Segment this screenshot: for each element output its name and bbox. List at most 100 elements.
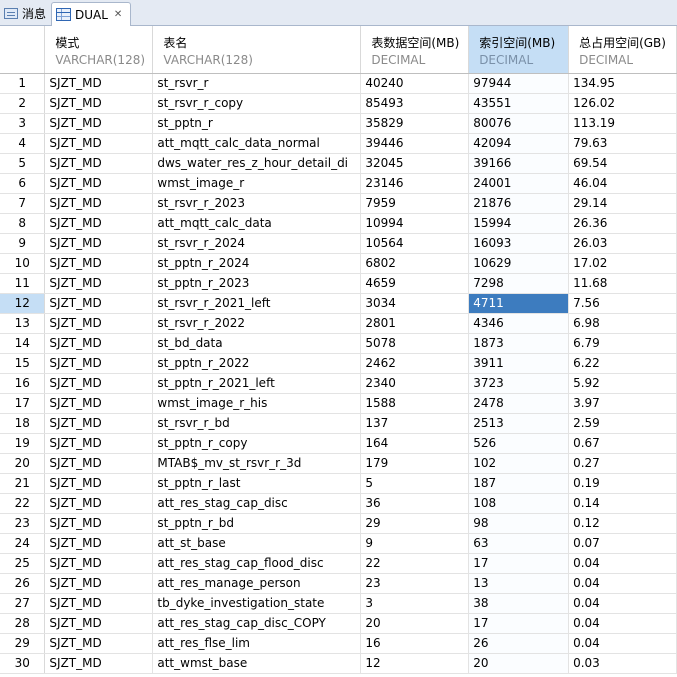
cell-total-space[interactable]: 11.68 xyxy=(568,273,677,294)
cell-total-space[interactable]: 0.04 xyxy=(568,613,677,634)
row-number[interactable]: 15 xyxy=(0,353,46,374)
row-number[interactable]: 28 xyxy=(0,613,46,634)
cell-index-space[interactable]: 2478 xyxy=(468,393,570,414)
table-row[interactable]: 15 SJZT_MD st_pptn_r_2022 2462 3911 6.22 xyxy=(0,353,677,374)
cell-schema[interactable]: SJZT_MD xyxy=(44,153,154,174)
cell-index-space[interactable]: 10629 xyxy=(468,253,570,274)
cell-data-space[interactable]: 36 xyxy=(360,493,470,514)
cell-index-space[interactable]: 63 xyxy=(468,533,570,554)
close-icon[interactable]: ✕ xyxy=(114,9,122,20)
cell-data-space[interactable]: 40240 xyxy=(360,73,470,94)
cell-index-space[interactable]: 26 xyxy=(468,633,570,654)
table-row[interactable]: 5 SJZT_MD dws_water_res_z_hour_detail_di 32… xyxy=(0,153,677,174)
table-row[interactable]: 7 SJZT_MD st_rsvr_r_2023 7959 21876 29.14 xyxy=(0,193,677,214)
cell-table-name[interactable]: tb_dyke_investigation_state xyxy=(152,593,362,614)
cell-data-space[interactable]: 3034 xyxy=(360,293,470,314)
cell-table-name[interactable]: st_rsvr_r_2022 xyxy=(152,313,362,334)
cell-data-space[interactable]: 16 xyxy=(360,633,470,654)
cell-table-name[interactable]: att_wmst_base xyxy=(152,653,362,674)
cell-data-space[interactable]: 5078 xyxy=(360,333,470,354)
cell-index-space[interactable]: 102 xyxy=(468,453,570,474)
cell-index-space[interactable]: 39166 xyxy=(468,153,570,174)
cell-total-space[interactable]: 6.22 xyxy=(568,353,677,374)
cell-index-space[interactable]: 24001 xyxy=(468,173,570,194)
cell-data-space[interactable]: 164 xyxy=(360,433,470,454)
row-number[interactable]: 5 xyxy=(0,153,46,174)
row-number[interactable]: 20 xyxy=(0,453,46,474)
cell-schema[interactable]: SJZT_MD xyxy=(44,533,154,554)
cell-index-space[interactable]: 187 xyxy=(468,473,570,494)
cell-table-name[interactable]: st_rsvr_r_2023 xyxy=(152,193,362,214)
cell-index-space[interactable]: 38 xyxy=(468,593,570,614)
cell-total-space[interactable]: 26.36 xyxy=(568,213,677,234)
row-number[interactable]: 19 xyxy=(0,433,46,454)
cell-data-space[interactable]: 29 xyxy=(360,513,470,534)
table-row[interactable]: 10 SJZT_MD st_pptn_r_2024 6802 10629 17.02 xyxy=(0,253,677,274)
cell-table-name[interactable]: att_mqtt_calc_data xyxy=(152,213,362,234)
row-number[interactable]: 27 xyxy=(0,593,46,614)
cell-index-space[interactable]: 97944 xyxy=(468,73,570,94)
cell-schema[interactable]: SJZT_MD xyxy=(44,333,154,354)
cell-table-name[interactable]: wmst_image_r xyxy=(152,173,362,194)
cell-total-space[interactable]: 0.07 xyxy=(568,533,677,554)
cell-total-space[interactable]: 113.19 xyxy=(568,113,677,134)
cell-data-space[interactable]: 2340 xyxy=(360,373,470,394)
table-row[interactable]: 8 SJZT_MD att_mqtt_calc_data 10994 15994 26.3… xyxy=(0,213,677,234)
row-number[interactable]: 6 xyxy=(0,173,46,194)
row-number[interactable]: 3 xyxy=(0,113,46,134)
table-row[interactable]: 21 SJZT_MD st_pptn_r_last 5 187 0.19 xyxy=(0,473,677,494)
row-number[interactable]: 26 xyxy=(0,573,46,594)
cell-index-space[interactable]: 4346 xyxy=(468,313,570,334)
cell-table-name[interactable]: att_mqtt_calc_data_normal xyxy=(152,133,362,154)
result-grid[interactable]: 模式 VARCHAR(128) 表名 VARCHAR(128) 表数据空间(MB… xyxy=(0,26,677,674)
cell-schema[interactable]: SJZT_MD xyxy=(44,613,154,634)
tab-dual[interactable]: DUAL ✕ xyxy=(51,2,131,26)
table-row[interactable]: 3 SJZT_MD st_pptn_r 35829 80076 113.19 xyxy=(0,113,677,134)
table-row[interactable]: 9 SJZT_MD st_rsvr_r_2024 10564 16093 26.03 xyxy=(0,233,677,254)
cell-total-space[interactable]: 0.04 xyxy=(568,553,677,574)
cell-schema[interactable]: SJZT_MD xyxy=(44,473,154,494)
cell-index-space[interactable]: 108 xyxy=(468,493,570,514)
cell-index-space[interactable]: 4711 xyxy=(468,293,570,314)
cell-schema[interactable]: SJZT_MD xyxy=(44,253,154,274)
cell-index-space[interactable]: 98 xyxy=(468,513,570,534)
cell-data-space[interactable]: 3 xyxy=(360,593,470,614)
cell-index-space[interactable]: 20 xyxy=(468,653,570,674)
table-row[interactable]: 24 SJZT_MD att_st_base 9 63 0.07 xyxy=(0,533,677,554)
table-row[interactable]: 1 SJZT_MD st_rsvr_r 40240 97944 134.95 xyxy=(0,73,677,94)
cell-table-name[interactable]: wmst_image_r_his xyxy=(152,393,362,414)
cell-data-space[interactable]: 4659 xyxy=(360,273,470,294)
cell-total-space[interactable]: 29.14 xyxy=(568,193,677,214)
cell-schema[interactable]: SJZT_MD xyxy=(44,193,154,214)
cell-total-space[interactable]: 134.95 xyxy=(568,73,677,94)
cell-total-space[interactable]: 0.03 xyxy=(568,653,677,674)
row-number[interactable]: 7 xyxy=(0,193,46,214)
cell-schema[interactable]: SJZT_MD xyxy=(44,593,154,614)
row-number[interactable]: 21 xyxy=(0,473,46,494)
cell-index-space[interactable]: 17 xyxy=(468,613,570,634)
cell-total-space[interactable]: 0.19 xyxy=(568,473,677,494)
cell-schema[interactable]: SJZT_MD xyxy=(44,133,154,154)
cell-total-space[interactable]: 0.14 xyxy=(568,493,677,514)
cell-schema[interactable]: SJZT_MD xyxy=(44,633,154,654)
cell-schema[interactable]: SJZT_MD xyxy=(44,493,154,514)
cell-table-name[interactable]: st_bd_data xyxy=(152,333,362,354)
cell-total-space[interactable]: 69.54 xyxy=(568,153,677,174)
cell-total-space[interactable]: 3.97 xyxy=(568,393,677,414)
cell-schema[interactable]: SJZT_MD xyxy=(44,173,154,194)
cell-schema[interactable]: SJZT_MD xyxy=(44,113,154,134)
cell-data-space[interactable]: 2801 xyxy=(360,313,470,334)
cell-data-space[interactable]: 137 xyxy=(360,413,470,434)
table-row[interactable]: 22 SJZT_MD att_res_stag_cap_disc 36 108 0.14 xyxy=(0,493,677,514)
cell-data-space[interactable]: 6802 xyxy=(360,253,470,274)
cell-index-space[interactable]: 43551 xyxy=(468,93,570,114)
row-number[interactable]: 29 xyxy=(0,633,46,654)
cell-table-name[interactable]: att_st_base xyxy=(152,533,362,554)
row-number[interactable]: 23 xyxy=(0,513,46,534)
cell-table-name[interactable]: st_rsvr_r_2021_left xyxy=(152,293,362,314)
cell-total-space[interactable]: 0.04 xyxy=(568,573,677,594)
cell-table-name[interactable]: att_res_stag_cap_flood_disc xyxy=(152,553,362,574)
column-header-data-space[interactable]: 表数据空间(MB) DECIMAL xyxy=(360,26,470,74)
row-number[interactable]: 18 xyxy=(0,413,46,434)
cell-table-name[interactable]: att_res_stag_cap_disc_COPY xyxy=(152,613,362,634)
